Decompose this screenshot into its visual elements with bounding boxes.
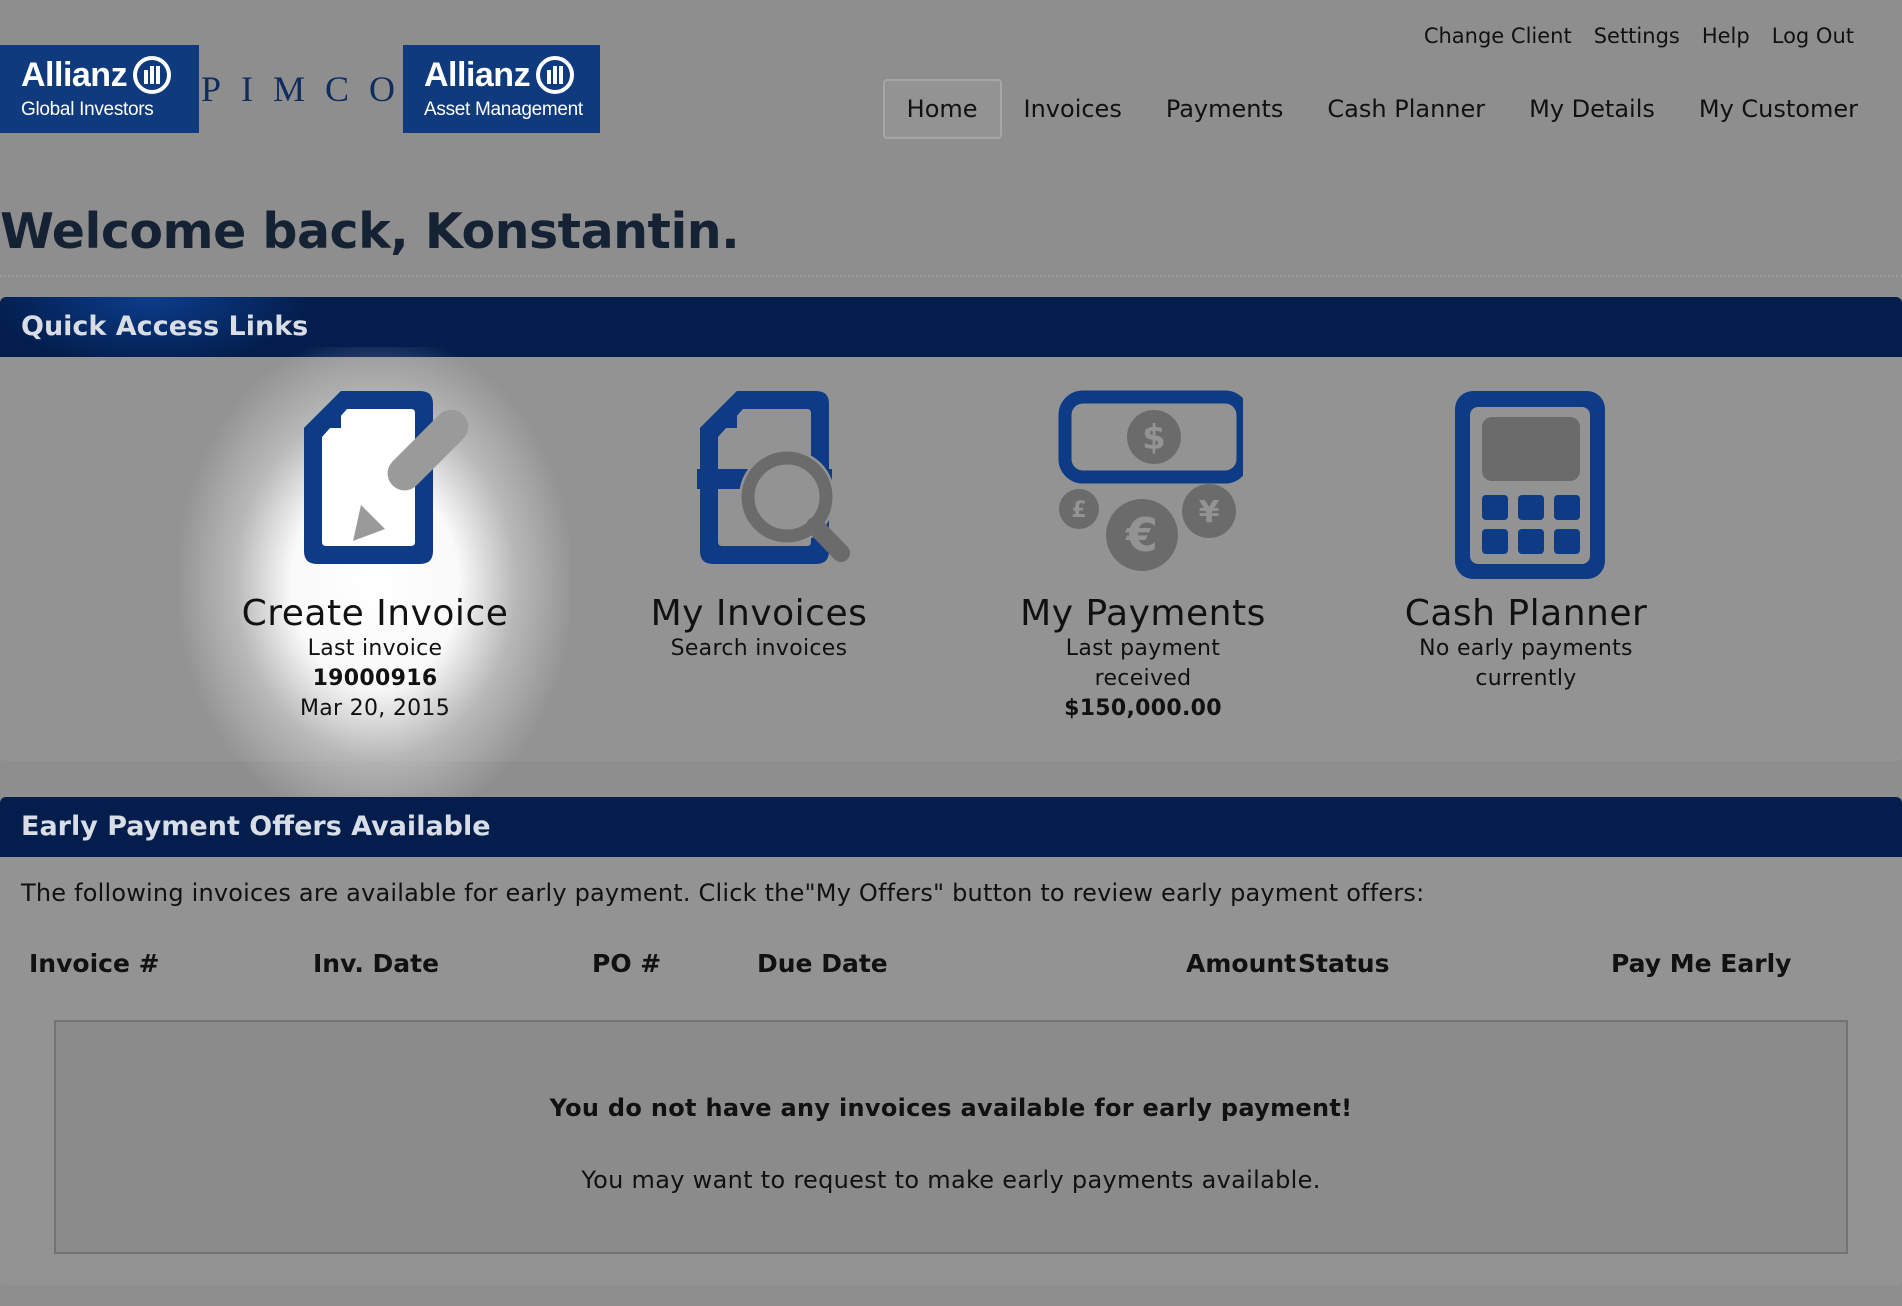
logo-bar: Allianz Global Investors PIMCO Allianz A… xyxy=(0,45,600,133)
early-payment-intro: The following invoices are available for… xyxy=(0,857,1902,907)
my-invoices-link[interactable]: My Invoices Search invoices xyxy=(579,383,939,664)
logo-brand-text: Allianz xyxy=(21,55,127,95)
last-invoice-date: Mar 20, 2015 xyxy=(195,694,555,724)
calculator-icon xyxy=(1426,383,1626,579)
main-nav: Home Invoices Payments Cash Planner My D… xyxy=(883,79,1880,139)
allianz-eagle-icon xyxy=(536,56,574,94)
link-title: My Invoices xyxy=(579,593,939,634)
column-header-amount[interactable]: Amount xyxy=(1186,949,1296,978)
table-header: Invoice # Inv. Date PO # Due Date Amount… xyxy=(0,949,1902,985)
column-header-status[interactable]: Status xyxy=(1298,949,1389,978)
help-link[interactable]: Help xyxy=(1702,24,1750,48)
svg-text:$: $ xyxy=(1142,418,1166,458)
empty-state: You do not have any invoices available f… xyxy=(54,1020,1848,1254)
settings-link[interactable]: Settings xyxy=(1594,24,1680,48)
column-header-due-date[interactable]: Due Date xyxy=(757,949,888,978)
logo-brand-text: Allianz xyxy=(424,55,530,95)
column-header-inv-date[interactable]: Inv. Date xyxy=(313,949,439,978)
my-payments-link[interactable]: $ £ € ¥ My Payments Last payment receive… xyxy=(963,383,1323,724)
divider xyxy=(0,275,1902,277)
column-header-pay-me-early[interactable]: Pay Me Early xyxy=(1611,949,1791,978)
page-title: Welcome back, Konstantin. xyxy=(0,203,739,260)
logo-subtitle: Asset Management xyxy=(424,99,600,121)
early-payment-title: Early Payment Offers Available xyxy=(0,797,1902,857)
link-detail: Last invoice xyxy=(195,634,555,664)
empty-state-text: You may want to request to make early pa… xyxy=(56,1166,1846,1194)
link-title: My Payments xyxy=(963,593,1323,634)
pimco-logo[interactable]: PIMCO xyxy=(199,45,403,133)
last-invoice-number: 19000916 xyxy=(195,664,555,694)
empty-state-title: You do not have any invoices available f… xyxy=(56,1094,1846,1122)
cash-planner-link[interactable]: Cash Planner No early payments currently xyxy=(1346,383,1706,694)
link-detail: currently xyxy=(1346,664,1706,694)
allianz-global-investors-logo[interactable]: Allianz Global Investors xyxy=(0,45,199,133)
create-invoice-link[interactable]: Create Invoice Last invoice 19000916 Mar… xyxy=(195,383,555,724)
allianz-asset-management-logo[interactable]: Allianz Asset Management xyxy=(403,45,600,133)
link-detail: Last payment xyxy=(963,634,1323,664)
logo-subtitle: Global Investors xyxy=(21,99,199,121)
last-payment-amount: $150,000.00 xyxy=(963,694,1323,724)
column-header-po[interactable]: PO # xyxy=(592,949,661,978)
allianz-eagle-icon xyxy=(133,56,171,94)
quick-access-title: Quick Access Links xyxy=(0,297,1902,357)
link-detail: Search invoices xyxy=(579,634,939,664)
svg-text:€: € xyxy=(1125,508,1158,562)
link-title: Cash Planner xyxy=(1346,593,1706,634)
create-invoice-icon xyxy=(275,383,475,579)
quick-access-panel: Quick Access Links Create Invoice Last i… xyxy=(0,297,1902,761)
currency-icon: $ £ € ¥ xyxy=(1043,383,1243,579)
log-out-link[interactable]: Log Out xyxy=(1772,24,1854,48)
nav-my-customer[interactable]: My Customer xyxy=(1677,81,1880,137)
nav-invoices[interactable]: Invoices xyxy=(1002,81,1144,137)
nav-my-details[interactable]: My Details xyxy=(1507,81,1677,137)
link-detail: No early payments xyxy=(1346,634,1706,664)
change-client-link[interactable]: Change Client xyxy=(1424,24,1572,48)
link-title: Create Invoice xyxy=(195,593,555,634)
svg-text:¥: ¥ xyxy=(1199,495,1220,530)
early-payment-panel: Early Payment Offers Available The follo… xyxy=(0,797,1902,1285)
nav-payments[interactable]: Payments xyxy=(1144,81,1306,137)
svg-text:£: £ xyxy=(1071,498,1086,523)
utility-nav: Change Client Settings Help Log Out xyxy=(1424,24,1854,48)
link-detail: received xyxy=(963,664,1323,694)
nav-home[interactable]: Home xyxy=(883,79,1002,139)
search-invoices-icon xyxy=(659,383,859,579)
nav-cash-planner[interactable]: Cash Planner xyxy=(1305,81,1507,137)
column-header-invoice[interactable]: Invoice # xyxy=(29,949,160,978)
